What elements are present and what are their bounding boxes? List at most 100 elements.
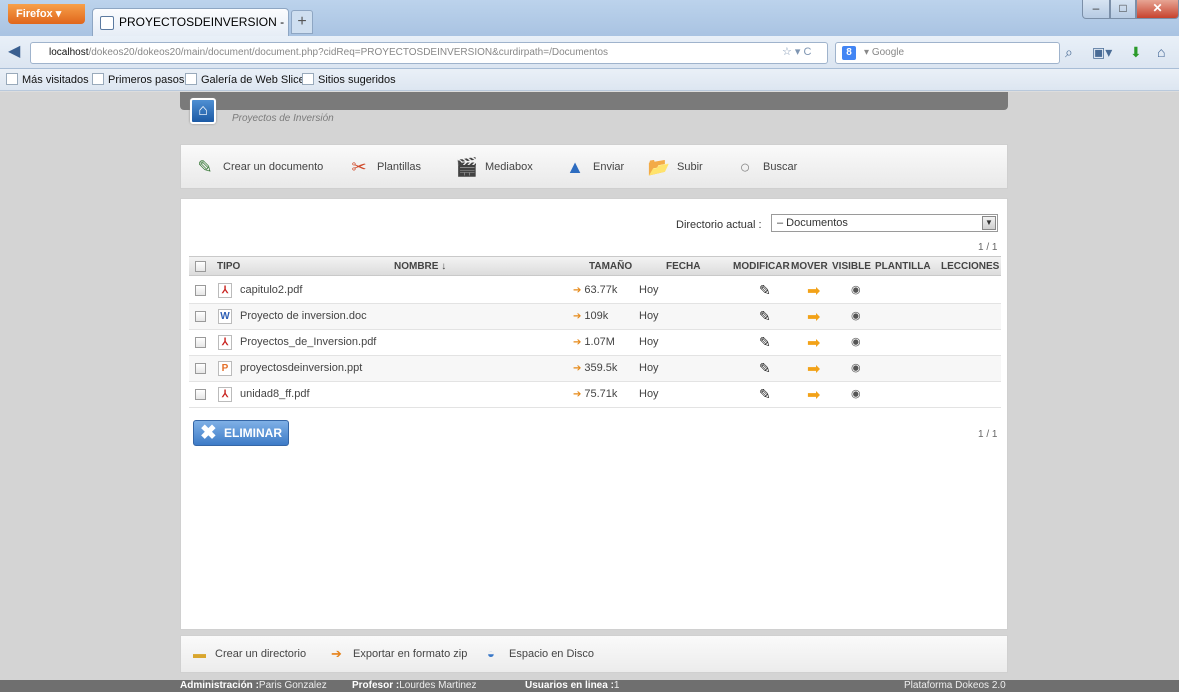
visible-eye-icon[interactable]: ◉	[851, 309, 861, 322]
col-tamano[interactable]: TAMAÑO	[589, 261, 632, 272]
col-visible: VISIBLE	[832, 261, 871, 272]
visible-eye-icon[interactable]: ◉	[851, 361, 861, 374]
bookmarks-bar: Más visitados Primeros pasos Galería de …	[0, 69, 1179, 91]
edit-pencil-icon[interactable]: ✎	[759, 282, 771, 299]
firefox-menu-button[interactable]: Firefox ▾	[8, 4, 85, 24]
file-name-link[interactable]: Proyecto de inversion.doc	[240, 310, 367, 322]
footer-profesor-link[interactable]: Lourdes Martinez	[399, 680, 476, 692]
mediabox-button[interactable]: 🎬 Mediabox	[455, 155, 533, 179]
row-checkbox[interactable]	[195, 337, 206, 348]
select-all-checkbox[interactable]	[195, 261, 206, 272]
col-modificar: MODIFICAR	[733, 261, 790, 272]
minimize-button[interactable]: –	[1082, 0, 1110, 19]
ppt-icon: P	[218, 361, 232, 376]
visible-eye-icon[interactable]: ◉	[851, 387, 861, 400]
upload-button[interactable]: 📂 Subir	[647, 155, 703, 179]
header-strip	[180, 92, 1008, 110]
send-button[interactable]: ▲ Enviar	[563, 155, 624, 179]
export-zip-icon: ➔	[331, 646, 342, 661]
move-arrow-icon[interactable]: ➡	[807, 359, 820, 379]
file-name-link[interactable]: unidad8_ff.pdf	[240, 388, 310, 400]
delete-x-icon: ✖	[200, 422, 217, 444]
file-date: Hoy	[639, 388, 659, 400]
templates-icon: ✂	[351, 157, 367, 178]
move-arrow-icon[interactable]: ➡	[807, 307, 820, 327]
pager-top: 1 / 1	[978, 242, 998, 253]
breadcrumb[interactable]: Proyectos de Inversión	[232, 113, 334, 124]
bookmark-mas-visitados[interactable]: Más visitados	[6, 69, 89, 91]
search-magnifier-icon[interactable]: ⌕	[1065, 44, 1073, 60]
search-button[interactable]: ○ Buscar	[733, 155, 798, 179]
download-icon[interactable]: ⬇	[1130, 44, 1142, 60]
footer-platform: Plataforma Dokeos 2.0	[904, 680, 1006, 691]
file-size: ➔ 75.71k	[573, 388, 618, 400]
col-plantilla: PLANTILLA	[875, 261, 931, 272]
move-arrow-icon[interactable]: ➡	[807, 385, 820, 405]
create-directory-button[interactable]: ▬ Crear un directorio	[193, 647, 306, 661]
table-header: TIPO NOMBRE ↓ TAMAÑO FECHA MODIFICAR MOV…	[189, 256, 1001, 276]
file-name-link[interactable]: Proyectos_de_Inversion.pdf	[240, 336, 376, 348]
home-icon[interactable]: ⌂	[1157, 44, 1165, 60]
row-checkbox[interactable]	[195, 363, 206, 374]
edit-pencil-icon[interactable]: ✎	[759, 386, 771, 403]
table-row: P proyectosdeinversion.ppt ➔ 359.5k Hoy ✎…	[189, 356, 1001, 382]
bottom-actions-bar: ▬ Crear un directorio ➔ Exportar en format…	[180, 635, 1008, 673]
browser-tab[interactable]: PROYECTOSDEINVERSION - Maestria en ...	[92, 8, 289, 36]
google-icon: 8	[842, 46, 856, 60]
home-icon[interactable]: ⌂	[190, 98, 216, 124]
col-tipo[interactable]: TIPO	[217, 261, 240, 272]
templates-button[interactable]: ✂ Plantillas	[347, 155, 421, 179]
close-window-button[interactable]: ✕	[1136, 0, 1179, 19]
bookmark-web-slice[interactable]: Galería de Web Slice	[185, 69, 305, 91]
new-tab-button[interactable]: +	[291, 10, 313, 34]
upload-folder-icon: 📂	[647, 157, 671, 178]
edit-pencil-icon[interactable]: ✎	[759, 308, 771, 325]
export-zip-button[interactable]: ➔ Exportar en formato zip	[331, 647, 467, 661]
move-arrow-icon[interactable]: ➡	[807, 281, 820, 301]
document-toolbar: ✎ Crear un documento ✂ Plantillas 🎬 Mediabo…	[180, 144, 1008, 189]
clapperboard-icon: 🎬	[455, 157, 479, 178]
row-checkbox[interactable]	[195, 311, 206, 322]
url-host: localhost	[49, 47, 89, 58]
disk-icon: ◒	[487, 646, 495, 661]
reload-icon[interactable]: ☆ ▾ C	[782, 45, 811, 58]
edit-pencil-icon[interactable]: ✎	[759, 360, 771, 377]
pdf-icon: ⅄	[218, 335, 232, 350]
edit-pencil-icon[interactable]: ✎	[759, 334, 771, 351]
folder-icon: ▬	[193, 646, 206, 661]
col-fecha[interactable]: FECHA	[666, 261, 700, 272]
bookmark-sitios-sugeridos[interactable]: Sitios sugeridos	[302, 69, 396, 91]
pager-bottom: 1 / 1	[978, 429, 998, 440]
visible-eye-icon[interactable]: ◉	[851, 335, 861, 348]
footer-profesor: Profesor : Lourdes Martinez	[352, 680, 477, 691]
col-nombre[interactable]: NOMBRE ↓	[394, 261, 446, 272]
col-mover: MOVER	[791, 261, 828, 272]
search-input[interactable]: 8 ▾ Google	[835, 42, 1060, 64]
delete-button[interactable]: ✖ ELIMINAR	[193, 420, 289, 446]
chevron-down-icon: ▼	[982, 216, 996, 230]
file-name-link[interactable]: proyectosdeinversion.ppt	[240, 362, 362, 374]
footer-bar: Administración : Paris Gonzalez Profesor…	[0, 680, 1179, 692]
create-document-button[interactable]: ✎ Crear un documento	[193, 155, 323, 179]
current-directory-select[interactable]: – Documentos ▼	[771, 214, 998, 232]
row-checkbox[interactable]	[195, 285, 206, 296]
page-background: ⌂ Proyectos de Inversión ✎ Crear un docum…	[0, 92, 1179, 680]
url-bar[interactable]: localhost/dokeos20/dokeos20/main/documen…	[30, 42, 828, 64]
visible-eye-icon[interactable]: ◉	[851, 283, 861, 296]
footer-users-count[interactable]: 1	[614, 680, 620, 692]
favicon-icon	[100, 16, 114, 30]
bookmark-menu-icon[interactable]: ▣▾	[1092, 44, 1112, 60]
disk-space-button[interactable]: ◒ Espacio en Disco	[487, 647, 594, 661]
move-arrow-icon[interactable]: ➡	[807, 333, 820, 353]
table-row: ⅄ Proyectos_de_Inversion.pdf ➔ 1.07M Hoy …	[189, 330, 1001, 356]
footer-admin-link[interactable]: Paris Gonzalez	[259, 680, 327, 692]
file-name-link[interactable]: capitulo2.pdf	[240, 284, 302, 296]
bookmark-primeros-pasos[interactable]: Primeros pasos	[92, 69, 184, 91]
file-date: Hoy	[639, 362, 659, 374]
current-directory-label: Directorio actual :	[676, 219, 762, 231]
file-size: ➔ 359.5k	[573, 362, 618, 374]
back-arrow-icon[interactable]: ◀	[8, 43, 26, 61]
row-checkbox[interactable]	[195, 389, 206, 400]
maximize-button[interactable]: □	[1110, 0, 1136, 19]
url-path: /dokeos20/dokeos20/main/document/documen…	[88, 47, 608, 58]
